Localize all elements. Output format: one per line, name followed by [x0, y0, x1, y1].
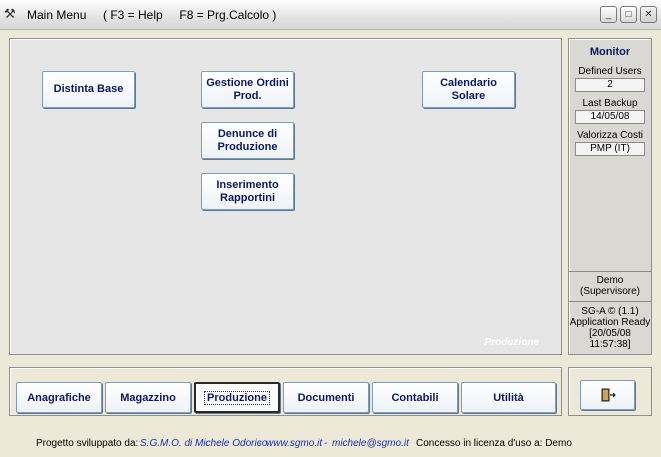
denunce-produzione-button[interactable]: Denunce di Produzione [201, 122, 294, 159]
defined-users-label: Defined Users [578, 66, 642, 77]
tab-label: Utilità [493, 391, 524, 404]
app-version: SG-A © (1.1) [581, 306, 639, 317]
tab-label: Contabili [391, 391, 439, 404]
status-time: 11:57:38] [589, 339, 631, 350]
exit-panel [568, 367, 652, 416]
shortcut-hint: ( F3 = Help F8 = Prg.Calcolo ) [103, 8, 277, 22]
footer-separator: - [324, 438, 328, 449]
monitor-divider [569, 271, 651, 272]
app-status: Application Ready [569, 317, 651, 328]
footer: Progetto sviluppato da: S.G.M.O. di Mich… [0, 438, 661, 454]
tab-utilita[interactable]: Utilità [461, 382, 556, 413]
last-backup-value: 14/05/08 [575, 110, 645, 124]
user-name: Demo [596, 275, 624, 286]
exit-door-icon [601, 388, 616, 402]
inserimento-rapportini-button[interactable]: Inserimento Rapportini [201, 173, 294, 210]
tab-contabili[interactable]: Contabili [372, 382, 458, 413]
status-date: [20/05/08 [589, 328, 631, 339]
tab-label: Produzione [204, 390, 270, 405]
footer-separator: - [258, 438, 262, 449]
exit-button[interactable] [580, 380, 635, 410]
monitor-title: Monitor [589, 46, 631, 58]
footer-email-link[interactable]: michele@sgmo.it [332, 438, 409, 449]
tools-icon[interactable]: ⚒ [4, 6, 20, 22]
monitor-panel: Monitor Defined Users 2 Last Backup 14/0… [568, 38, 652, 355]
footer-company: S.G.M.O. di Michele Odorico [140, 438, 268, 449]
maximize-button[interactable]: □ [620, 6, 637, 23]
main-menu-panel: Distinta Base Gestione Ordini Prod. Denu… [9, 38, 562, 355]
tab-produzione[interactable]: Produzione [194, 382, 280, 413]
valorizza-costi-value: PMP (IT) [575, 142, 645, 156]
tab-label: Magazzino [120, 391, 176, 404]
last-backup-label: Last Backup [582, 98, 638, 109]
tab-label: Anagrafiche [27, 391, 91, 404]
tab-documenti[interactable]: Documenti [283, 382, 369, 413]
distinta-base-button[interactable]: Distinta Base [42, 71, 135, 108]
tab-anagrafiche[interactable]: Anagrafiche [16, 382, 102, 413]
close-button[interactable]: ✕ [640, 6, 657, 23]
defined-users-value: 2 [575, 78, 645, 92]
gestione-ordini-button[interactable]: Gestione Ordini Prod. [201, 71, 294, 108]
section-watermark: Produzione [484, 337, 539, 348]
user-role: (Supervisore) [579, 286, 641, 297]
title-bar: ⚒ Main Menu ( F3 = Help F8 = Prg.Calcolo… [0, 0, 661, 30]
footer-license: Concesso in licenza d'uso a: Demo [416, 438, 572, 449]
footer-developed-by: Progetto sviluppato da: [36, 438, 139, 449]
valorizza-costi-label: Valorizza Costi [577, 130, 643, 141]
calendario-solare-button[interactable]: Calendario Solare [422, 71, 515, 108]
tab-magazzino[interactable]: Magazzino [105, 382, 191, 413]
window-title: Main Menu [27, 8, 87, 22]
tab-label: Documenti [297, 391, 355, 404]
minimize-button[interactable]: _ [600, 6, 617, 23]
module-tabs-panel: Anagrafiche Magazzino Produzione Documen… [9, 367, 562, 416]
monitor-divider [569, 301, 651, 302]
footer-website-link[interactable]: www.sgmo.it [266, 438, 322, 449]
